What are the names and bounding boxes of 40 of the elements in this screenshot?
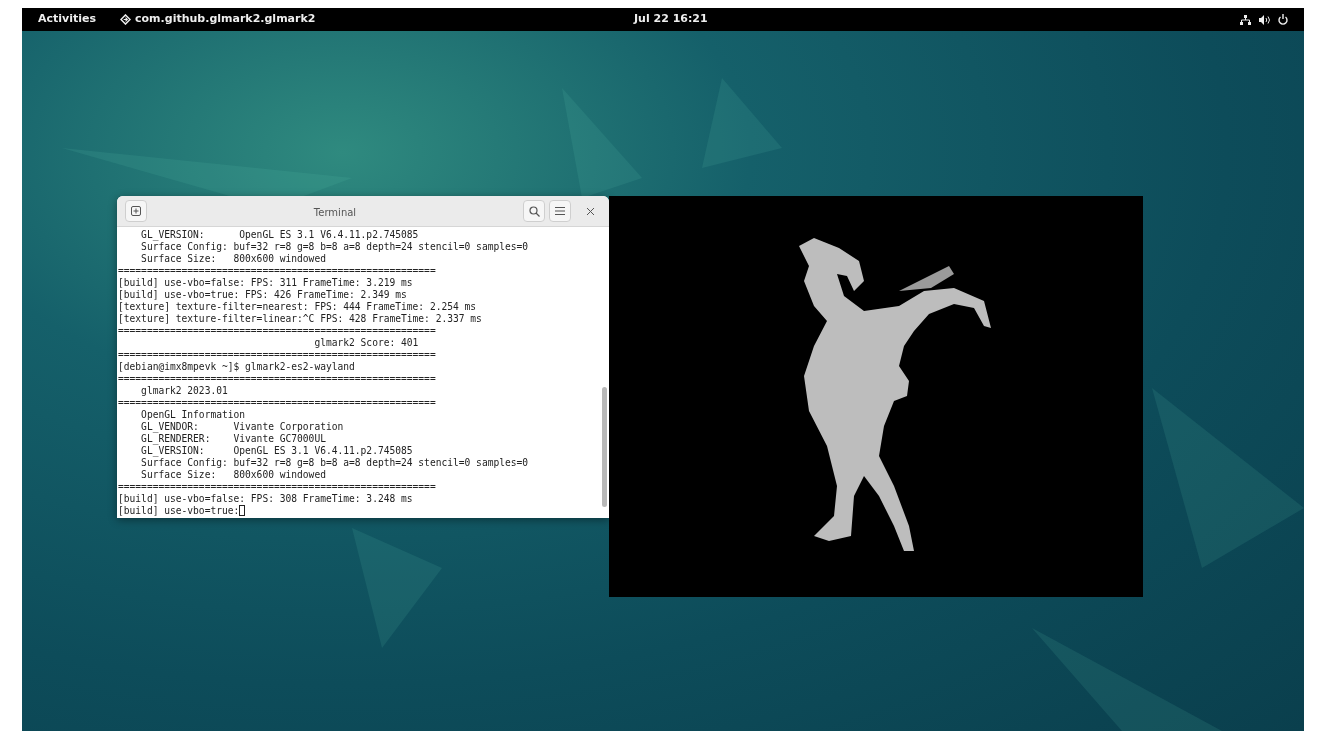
terminal-line: Surface Size: 800x600 windowed — [140, 253, 326, 265]
terminal-line: ======================================================= — [118, 349, 436, 361]
terminal-line: Surface Size: 800x600 windowed — [140, 469, 326, 481]
terminal-line: Surface Config: buf=32 r=8 g=8 b=8 a=8 depth=24 stencil=0 samples=0 — [140, 457, 529, 469]
app-diamond-icon — [120, 14, 132, 25]
terminal-line: GL_VENDOR: Vivante Corporation — [140, 421, 344, 433]
terminal-line: ======================================================= — [118, 373, 436, 385]
terminal-line: OpenGL Information — [140, 409, 246, 421]
terminal-line: GL_VERSION: OpenGL ES 3.1 V6.4.11.p2.745085 — [140, 229, 419, 241]
scrollbar[interactable] — [602, 387, 607, 507]
power-icon[interactable] — [1278, 14, 1288, 25]
app-menu[interactable]: com.github.glmark2.glmark2 — [135, 11, 316, 28]
terminal-line: [build] use-vbo=false: FPS: 308 FrameTime: 3.248 ms — [118, 493, 413, 505]
terminal-line: ======================================================= — [118, 481, 436, 493]
menu-icon — [555, 207, 565, 215]
terminal-line: [debian@imx8mpevk ~]$ glmark2-es2-wayland — [118, 361, 355, 373]
terminal-line: GL_VERSION: OpenGL ES 3.1 V6.4.11.p2.745085 — [140, 445, 413, 457]
terminal-line: glmark2 Score: 401 — [313, 337, 419, 349]
search-button[interactable] — [523, 200, 545, 222]
terminal-line: GL_RENDERER: Vivante GC7000UL — [140, 433, 326, 445]
terminal-line: Surface Config: buf=32 r=8 g=8 b=8 a=8 depth=24 stencil=0 samples=0 — [140, 241, 529, 253]
terminal-line: [build] use-vbo=true: — [118, 505, 240, 517]
terminal-line: [build] use-vbo=true: FPS: 426 FrameTime: 2.349 ms — [118, 289, 407, 301]
terminal-line: ======================================================= — [118, 397, 436, 409]
volume-icon[interactable] — [1259, 14, 1270, 25]
search-icon — [528, 205, 540, 217]
close-icon — [586, 207, 594, 215]
terminal-line: glmark2 2023.01 — [140, 385, 228, 397]
network-icon[interactable] — [1240, 14, 1251, 25]
new-tab-button[interactable] — [125, 200, 147, 222]
terminal-line: ======================================================= — [118, 325, 436, 337]
terminal-line: [build] use-vbo=false: FPS: 311 FrameTime: 3.219 ms — [118, 277, 413, 289]
clock[interactable]: Jul 22 16:21 — [634, 11, 708, 28]
plus-icon — [131, 206, 141, 216]
activities-button[interactable]: Activities — [38, 11, 97, 28]
terminal-line: [texture] texture-filter=nearest: FPS: 444 FrameTime: 2.254 ms — [118, 301, 477, 313]
window-title: Terminal — [313, 207, 357, 218]
terminal-line: ======================================================= — [118, 265, 436, 277]
terminal-line: [texture] texture-filter=linear:^C FPS: 428 FrameTime: 2.337 ms — [118, 313, 482, 325]
menu-button[interactable] — [549, 200, 571, 222]
